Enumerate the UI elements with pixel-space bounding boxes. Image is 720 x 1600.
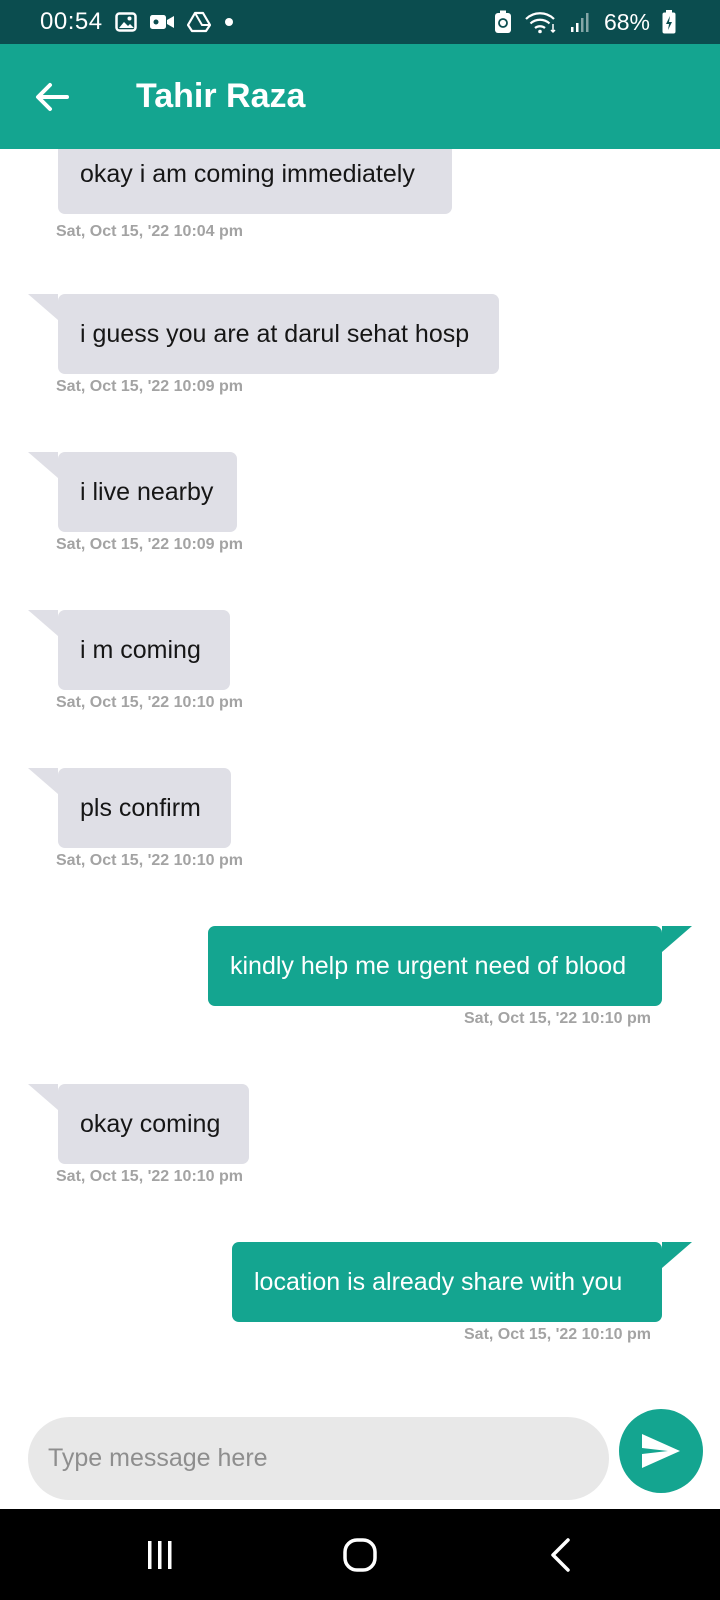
message-text: okay i am coming immediately xyxy=(80,160,415,188)
bubble-tail xyxy=(28,452,58,478)
signal-icon xyxy=(570,11,592,33)
message-timestamp: Sat, Oct 15, '22 10:04 pm xyxy=(56,223,244,240)
message-bubble[interactable]: pls confirm xyxy=(58,768,231,848)
message-bubble[interactable]: location is already share with you xyxy=(232,1242,662,1322)
status-bar: 00:54 68% xyxy=(0,0,720,44)
app-bar: Tahir Raza xyxy=(0,44,720,149)
dot-icon xyxy=(223,16,235,28)
message-timestamp: Sat, Oct 15, '22 10:10 pm xyxy=(56,694,244,711)
message-bubble[interactable]: kindly help me urgent need of blood xyxy=(208,926,662,1006)
message-timestamp: Sat, Oct 15, '22 10:10 pm xyxy=(56,1168,244,1185)
message-text: location is already share with you xyxy=(254,1268,623,1296)
recents-button[interactable] xyxy=(115,1520,205,1590)
arrow-left-icon xyxy=(36,82,69,111)
message-timestamp: Sat, Oct 15, '22 10:09 pm xyxy=(56,536,244,553)
recents-icon xyxy=(148,1540,172,1569)
status-left: 00:54 xyxy=(40,8,235,36)
status-time: 00:54 xyxy=(40,8,103,35)
message-text: pls confirm xyxy=(80,794,201,822)
battery-icon xyxy=(662,10,676,34)
bubble-tail xyxy=(28,768,58,794)
bubble-tail xyxy=(28,1084,58,1110)
message-timestamp: Sat, Oct 15, '22 10:10 pm xyxy=(464,1010,652,1027)
message-input[interactable] xyxy=(28,1417,609,1500)
bubble-tail xyxy=(662,926,692,952)
bubble-tail xyxy=(662,1242,692,1268)
back-nav-icon xyxy=(551,1537,570,1572)
recycle-icon xyxy=(494,10,512,34)
send-button[interactable] xyxy=(619,1409,703,1493)
message-text: i guess you are at darul sehat hosp xyxy=(80,320,470,348)
message-bubble[interactable]: i live nearby xyxy=(58,452,237,532)
contact-name: Tahir Raza xyxy=(136,77,306,115)
send-icon xyxy=(642,1434,680,1468)
video-icon xyxy=(149,12,175,32)
message-text: i m coming xyxy=(80,636,201,664)
back-nav-button[interactable] xyxy=(515,1520,605,1590)
message-timestamp: Sat, Oct 15, '22 10:10 pm xyxy=(56,852,244,869)
bubble-tail xyxy=(28,610,58,636)
message-bubble[interactable]: okay coming xyxy=(58,1084,249,1164)
home-icon xyxy=(343,1537,377,1572)
message-bubble[interactable]: i m coming xyxy=(58,610,230,690)
back-button[interactable] xyxy=(22,67,82,127)
battery-percent: 68% xyxy=(603,8,650,35)
wifi-icon xyxy=(524,10,558,34)
message-timestamp: Sat, Oct 15, '22 10:10 pm xyxy=(464,1326,652,1343)
drive-icon xyxy=(186,11,211,33)
message-list[interactable]: okay i am coming immediately Sat, Oct 15… xyxy=(0,149,720,1399)
bubble-tail xyxy=(28,294,58,320)
message-bubble[interactable]: okay i am coming immediately xyxy=(58,149,452,214)
message-text: i live nearby xyxy=(80,478,214,506)
status-right: 68% xyxy=(494,9,676,36)
message-timestamp: Sat, Oct 15, '22 10:09 pm xyxy=(56,378,244,395)
message-bubble[interactable]: i guess you are at darul sehat hosp xyxy=(58,294,499,374)
gallery-icon xyxy=(114,11,137,33)
navigation-bar xyxy=(0,1509,720,1600)
home-button[interactable] xyxy=(315,1520,405,1590)
message-text: kindly help me urgent need of blood xyxy=(230,952,627,980)
message-text: okay coming xyxy=(80,1110,221,1138)
composer-bar xyxy=(0,1399,720,1509)
